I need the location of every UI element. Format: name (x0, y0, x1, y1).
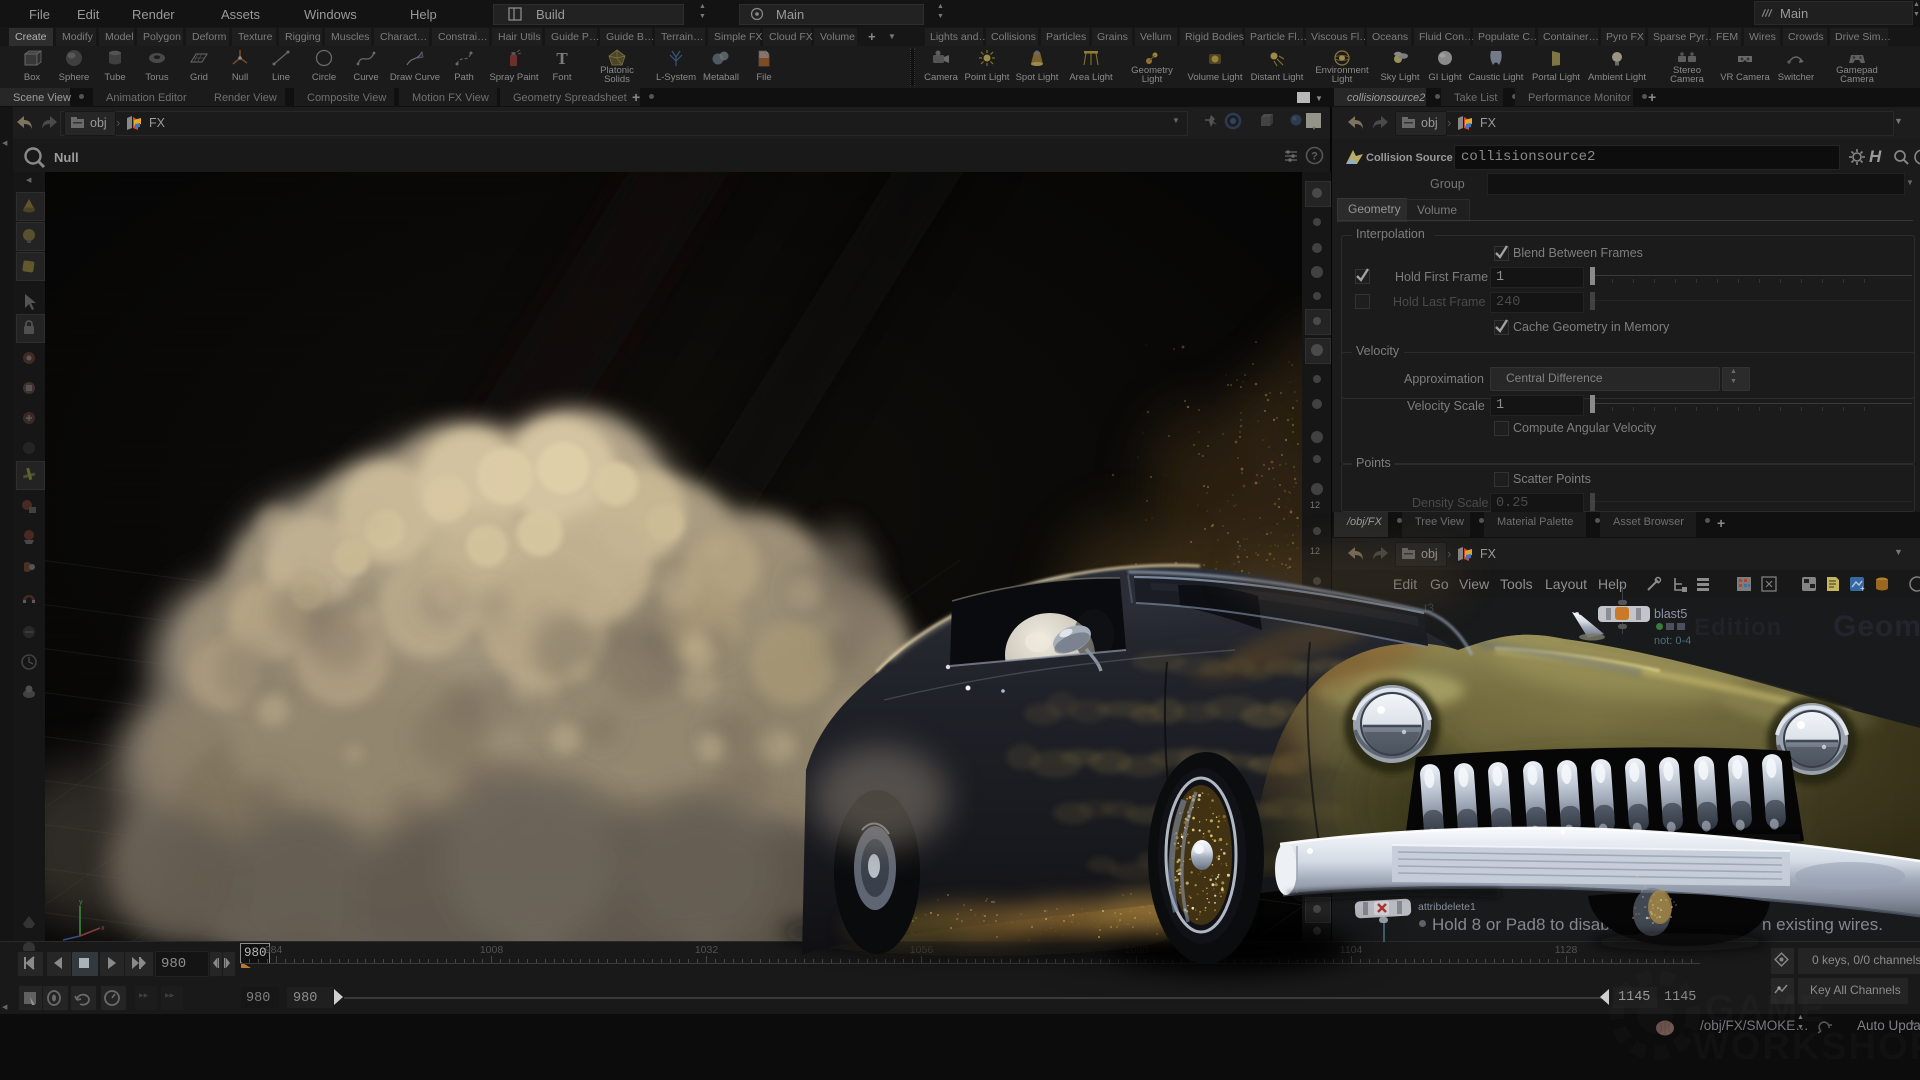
svg-text:y: y (79, 899, 83, 906)
svg-text:x: x (101, 925, 105, 932)
